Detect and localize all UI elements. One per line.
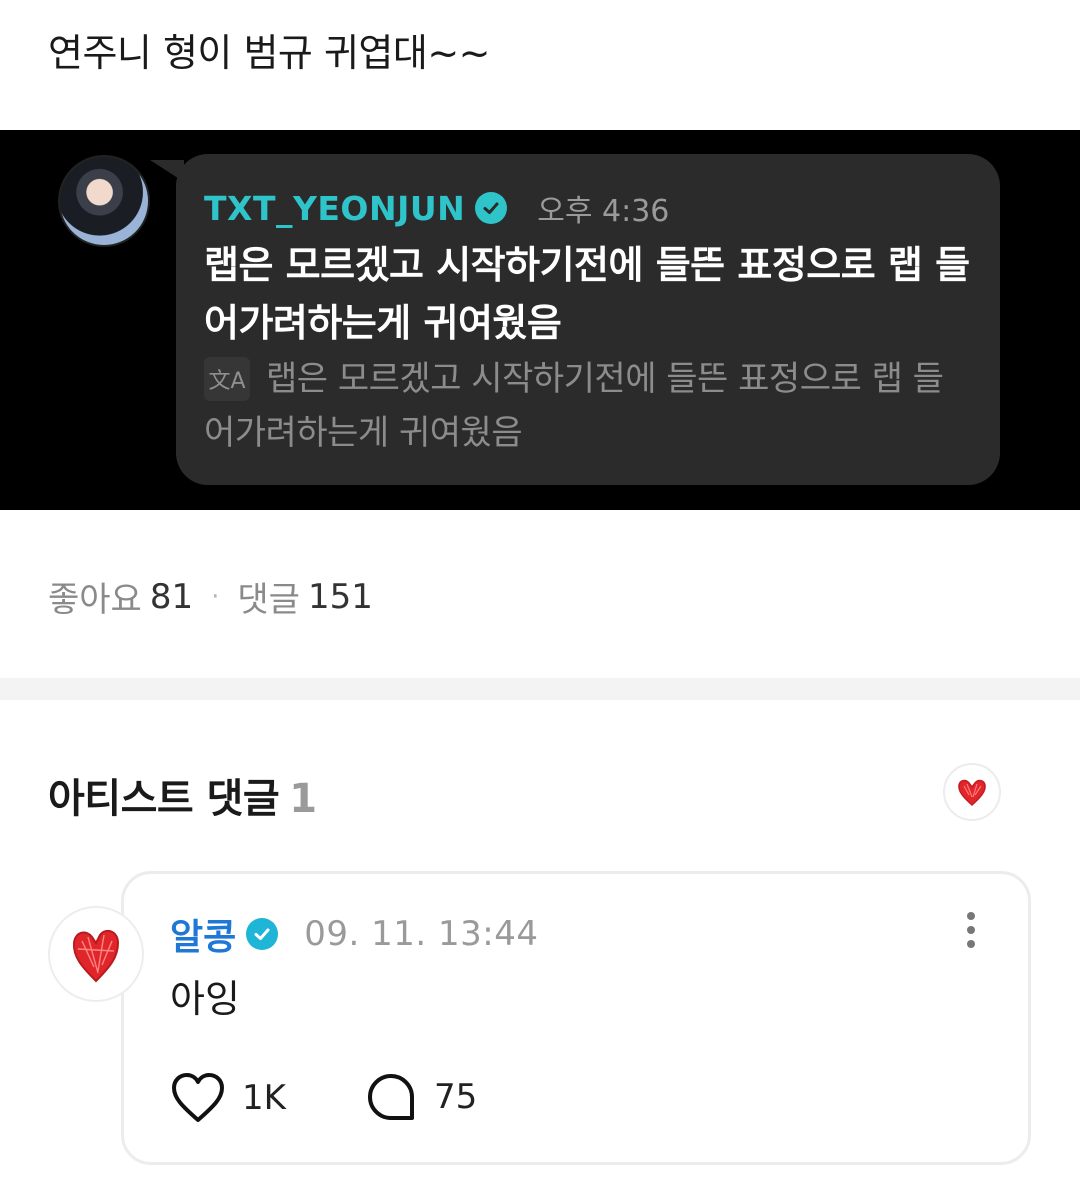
post-stats: 좋아요 81 · 댓글 151 (48, 572, 373, 621)
comment-text: 아잉 (170, 977, 240, 1021)
bubble-username: TXT_YEONJUN (204, 188, 466, 228)
section-divider (0, 678, 1080, 700)
like-button[interactable]: 1K (170, 1072, 286, 1124)
comments-count[interactable]: 151 (308, 577, 373, 617)
reply-button[interactable]: 75 (366, 1072, 477, 1122)
comment-header: 알콩 09. 11. 13:44 (170, 908, 539, 960)
verified-badge-icon (246, 918, 279, 950)
comment-author[interactable]: 알콩 (170, 908, 236, 960)
like-count: 1K (242, 1078, 286, 1118)
bubble-message: 랩은 모르겠고 시작하기전에 들뜬 표정으로 랩 들어가려하는게 귀여웠음 (204, 243, 970, 345)
bubble-time: 오후 4:36 (537, 194, 670, 229)
artist-comments-title: 아티스트 댓글 1 (48, 766, 317, 824)
likes-count[interactable]: 81 (150, 577, 193, 617)
reply-count: 75 (434, 1077, 478, 1117)
comment-avatar[interactable] (48, 906, 144, 1002)
comment-date: 09. 11. 13:44 (304, 914, 539, 954)
bubble-header: TXT_YEONJUN 오후 4:36 (204, 186, 669, 230)
artist-avatar (58, 155, 150, 247)
bubble-translation: 랩은 모르겠고 시작하기전에 들뜬 표정으로 랩 들어가려하는게 귀여웠음 (204, 359, 944, 453)
section-count: 1 (289, 776, 317, 822)
heart-outline-icon (172, 1073, 224, 1122)
comments-label[interactable]: 댓글 (237, 572, 300, 621)
heart-filter-icon[interactable] (943, 763, 1001, 821)
verified-badge-icon (475, 192, 508, 224)
heart-avatar-icon (72, 929, 120, 983)
comment-bubble-icon (368, 1074, 414, 1120)
post-text: 연주니 형이 범규 귀엽대~~ (48, 31, 491, 75)
section-title-text: 아티스트 댓글 (48, 776, 280, 822)
likes-label[interactable]: 좋아요 (48, 572, 142, 621)
more-options-icon[interactable] (956, 908, 986, 952)
stats-separator: · (211, 581, 220, 612)
